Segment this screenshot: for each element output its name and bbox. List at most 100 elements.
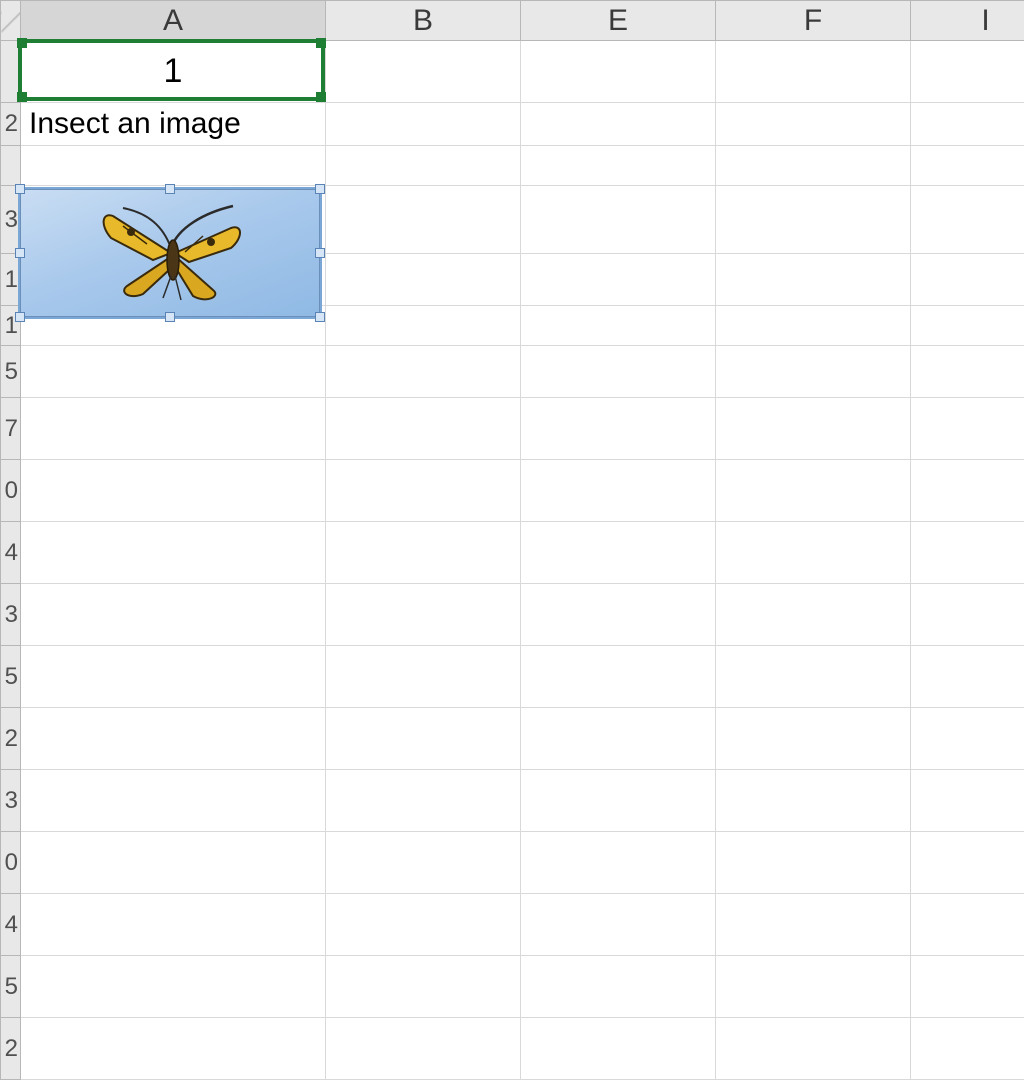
cell-B1[interactable] xyxy=(326,41,521,103)
cell[interactable] xyxy=(521,306,716,346)
row-header[interactable]: 1 xyxy=(1,254,21,306)
row-header[interactable]: 4 xyxy=(1,522,21,584)
cell[interactable] xyxy=(326,146,521,186)
cell-A2[interactable]: Insect an image xyxy=(21,103,326,146)
resize-handle[interactable] xyxy=(165,184,175,194)
row-header[interactable]: 2 xyxy=(1,708,21,770)
cell[interactable] xyxy=(326,460,521,522)
cell-B2[interactable] xyxy=(326,103,521,146)
cell[interactable] xyxy=(911,646,1024,708)
cell[interactable] xyxy=(326,584,521,646)
cell[interactable] xyxy=(326,306,521,346)
cell[interactable] xyxy=(716,1018,911,1080)
cell[interactable] xyxy=(716,346,911,398)
cell[interactable] xyxy=(326,1018,521,1080)
cell[interactable] xyxy=(521,254,716,306)
cell[interactable] xyxy=(911,584,1024,646)
row-header[interactable]: 0 xyxy=(1,460,21,522)
row-header[interactable]: 3 xyxy=(1,186,21,254)
row-header-3[interactable] xyxy=(1,146,21,186)
cell[interactable] xyxy=(716,584,911,646)
cell[interactable] xyxy=(21,584,326,646)
cell[interactable] xyxy=(21,770,326,832)
cell[interactable] xyxy=(521,646,716,708)
cell[interactable] xyxy=(716,956,911,1018)
resize-handle[interactable] xyxy=(15,248,25,258)
column-header-A[interactable]: A xyxy=(21,1,326,41)
cell[interactable] xyxy=(911,306,1024,346)
cell[interactable] xyxy=(911,832,1024,894)
cell[interactable] xyxy=(326,522,521,584)
cell[interactable] xyxy=(521,460,716,522)
cell[interactable] xyxy=(911,346,1024,398)
cell-A1[interactable]: 1 xyxy=(21,41,326,103)
row-header[interactable]: 7 xyxy=(1,398,21,460)
resize-handle[interactable] xyxy=(315,248,325,258)
cell[interactable] xyxy=(716,770,911,832)
cell[interactable] xyxy=(911,1018,1024,1080)
row-header[interactable]: 3 xyxy=(1,584,21,646)
column-header-F[interactable]: F xyxy=(716,1,911,41)
column-header-E[interactable]: E xyxy=(521,1,716,41)
cell[interactable] xyxy=(521,584,716,646)
resize-handle[interactable] xyxy=(165,312,175,322)
cell[interactable] xyxy=(21,832,326,894)
column-header-I[interactable]: I xyxy=(911,1,1024,41)
cell[interactable] xyxy=(716,646,911,708)
resize-handle[interactable] xyxy=(315,312,325,322)
cell[interactable] xyxy=(21,956,326,1018)
resize-handle[interactable] xyxy=(15,184,25,194)
cell[interactable] xyxy=(911,956,1024,1018)
cell[interactable] xyxy=(521,894,716,956)
cell[interactable] xyxy=(21,1018,326,1080)
cell[interactable] xyxy=(326,894,521,956)
cell[interactable] xyxy=(521,522,716,584)
cell[interactable] xyxy=(326,646,521,708)
cell-E1[interactable] xyxy=(521,41,716,103)
cell[interactable] xyxy=(326,398,521,460)
cell[interactable] xyxy=(911,254,1024,306)
cell[interactable] xyxy=(911,708,1024,770)
cell-E2[interactable] xyxy=(521,103,716,146)
resize-handle[interactable] xyxy=(15,312,25,322)
cell[interactable] xyxy=(911,894,1024,956)
cell[interactable] xyxy=(521,770,716,832)
cell[interactable] xyxy=(326,770,521,832)
select-all-corner[interactable] xyxy=(1,1,21,41)
cell[interactable] xyxy=(21,894,326,956)
cell[interactable] xyxy=(716,708,911,770)
cell[interactable] xyxy=(521,186,716,254)
row-header[interactable]: 3 xyxy=(1,770,21,832)
column-header-B[interactable]: B xyxy=(326,1,521,41)
cell[interactable] xyxy=(716,186,911,254)
cell[interactable] xyxy=(326,708,521,770)
cell[interactable] xyxy=(521,398,716,460)
row-header[interactable]: 5 xyxy=(1,646,21,708)
cell[interactable] xyxy=(21,646,326,708)
spreadsheet-grid[interactable]: A B E F I 1 2 Insect an image xyxy=(0,0,1024,1024)
cell[interactable] xyxy=(326,956,521,1018)
cell[interactable] xyxy=(716,306,911,346)
row-header[interactable]: 5 xyxy=(1,346,21,398)
cell[interactable] xyxy=(911,522,1024,584)
row-header-2[interactable]: 2 xyxy=(1,103,21,146)
cell[interactable] xyxy=(911,770,1024,832)
cell[interactable] xyxy=(521,1018,716,1080)
cell[interactable] xyxy=(21,460,326,522)
cell[interactable] xyxy=(521,832,716,894)
cell-F1[interactable] xyxy=(716,41,911,103)
cell[interactable] xyxy=(716,832,911,894)
cell[interactable] xyxy=(326,346,521,398)
cell[interactable] xyxy=(716,894,911,956)
cell-I2[interactable] xyxy=(911,103,1024,146)
row-header[interactable]: 5 xyxy=(1,956,21,1018)
cell[interactable] xyxy=(21,522,326,584)
cell[interactable] xyxy=(911,398,1024,460)
cell[interactable] xyxy=(716,522,911,584)
inserted-image[interactable] xyxy=(20,189,320,317)
cell[interactable] xyxy=(911,460,1024,522)
cell[interactable] xyxy=(716,146,911,186)
cell[interactable] xyxy=(521,346,716,398)
cell[interactable] xyxy=(21,398,326,460)
cell[interactable] xyxy=(21,346,326,398)
